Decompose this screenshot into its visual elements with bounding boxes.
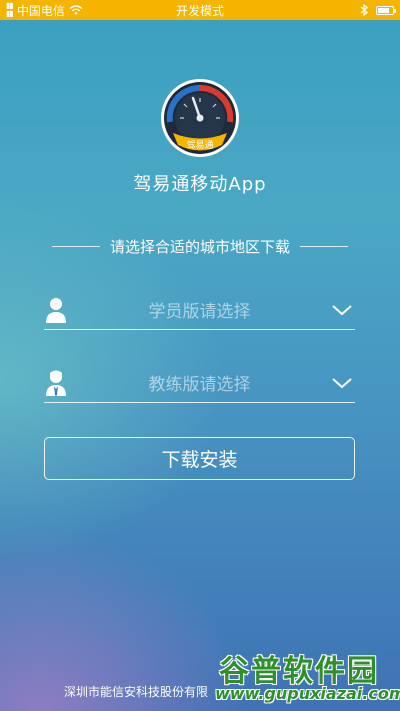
divider-right [300, 246, 349, 247]
battery-icon [376, 5, 396, 15]
wifi-icon [69, 5, 83, 15]
status-left: ▮▮ ▮▮ 中国电信 [6, 2, 83, 19]
chevron-down-icon[interactable] [331, 376, 353, 390]
student-select-placeholder: 学员版请选择 [148, 302, 251, 322]
bluetooth-icon [360, 4, 368, 16]
company-footer: 深圳市能信安科技股份有限 [64, 685, 209, 699]
coach-select-placeholder: 教练版请选择 [148, 375, 251, 395]
status-bar: ▮▮ ▮▮ 中国电信 开发模式 [0, 0, 400, 20]
logo-text: 驾易通 [186, 140, 213, 151]
watermark: 谷普软件园 www.gupuxiazai.com [215, 646, 400, 711]
watermark-url: www.gupuxiazai.com [215, 684, 400, 703]
app-name: 驾易通移动App [133, 174, 267, 195]
download-install-button[interactable]: 下载安装 [44, 437, 355, 480]
chevron-down-icon[interactable] [331, 303, 353, 317]
speedometer-icon: 驾易通 [161, 79, 239, 157]
person-icon [46, 297, 66, 323]
coach-version-select[interactable]: 教练版请选择 [44, 363, 355, 403]
student-version-select[interactable]: 学员版请选择 [44, 290, 355, 330]
divider-left [52, 246, 100, 247]
carrier-label: 中国电信 [16, 3, 65, 18]
app-logo: 驾易通 [160, 78, 240, 158]
status-right [360, 4, 396, 16]
coach-icon [46, 370, 66, 396]
signal-icon: ▮▮ ▮▮ [6, 1, 14, 18]
section-title-text: 请选择合适的城市地区下载 [110, 238, 291, 256]
city-section-title: 请选择合适的城市地区下载 [52, 236, 349, 257]
